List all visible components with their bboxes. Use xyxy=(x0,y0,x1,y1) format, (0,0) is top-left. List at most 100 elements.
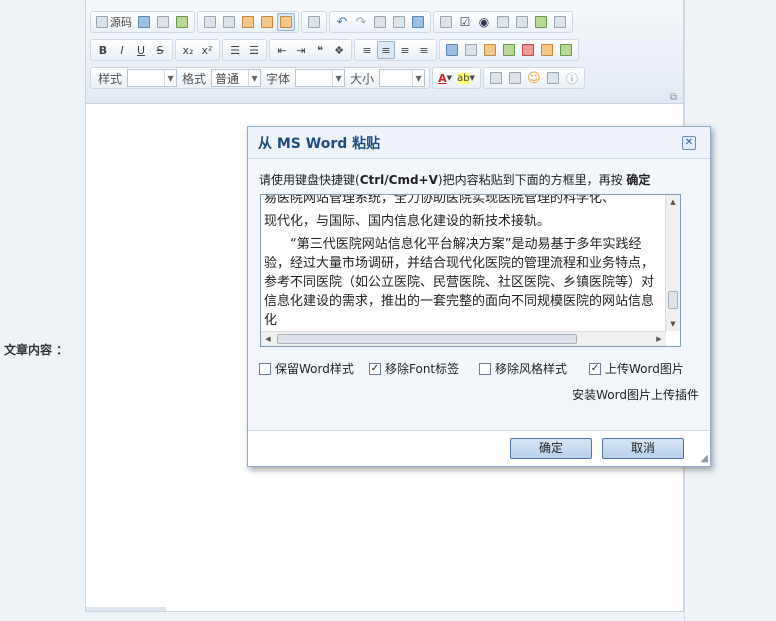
vertical-scrollbar[interactable]: ▲ ▼ xyxy=(665,195,680,331)
ok-button[interactable]: 确定 xyxy=(510,438,592,459)
dialog-footer: 确定 取消 ◢ xyxy=(248,430,710,466)
install-plugin-link[interactable]: 安装Word图片上传插件 xyxy=(572,386,699,403)
numbered-list-button[interactable]: ☰ xyxy=(226,41,244,59)
font-combo[interactable]: ▼ xyxy=(295,69,346,87)
subscript-button[interactable]: x₂ xyxy=(179,41,197,59)
image-icon xyxy=(446,44,458,56)
undo-icon: ↶ xyxy=(336,14,348,30)
select-button[interactable] xyxy=(532,13,550,31)
anchor-button[interactable] xyxy=(481,41,499,59)
preview-button[interactable] xyxy=(135,13,153,31)
scroll-right-icon[interactable]: ▶ xyxy=(652,332,666,346)
option-remove-font-tags[interactable]: ✓ 移除Font标签 xyxy=(369,360,459,377)
cut-button[interactable] xyxy=(201,13,219,31)
style-combo[interactable]: ▼ xyxy=(127,69,178,87)
toolbar-group-styles: 样式 ▼ 格式 普通 ▼ 字体 ▼ 大小 ▼ xyxy=(90,67,431,89)
hr-button[interactable] xyxy=(506,69,524,87)
scroll-down-icon[interactable]: ▼ xyxy=(666,317,680,331)
toolbar-group-colors: A ▼ ab ▼ xyxy=(432,67,481,89)
media-button[interactable] xyxy=(500,41,518,59)
vertical-scroll-thumb[interactable] xyxy=(668,291,678,309)
format-label: 格式 xyxy=(182,71,207,86)
underline-button[interactable]: U xyxy=(132,41,150,59)
form-label-column: 文章内容 ： xyxy=(0,0,85,621)
print-page-button[interactable] xyxy=(305,13,323,31)
showblocks-button[interactable] xyxy=(544,69,562,87)
spellcheck-button[interactable] xyxy=(409,13,427,31)
scroll-up-icon[interactable]: ▲ xyxy=(666,195,680,209)
outdent-button[interactable]: ⇤ xyxy=(273,41,291,59)
align-center-button[interactable]: ≡ xyxy=(377,41,395,59)
italic-button[interactable]: I xyxy=(113,41,131,59)
redo-button[interactable]: ↷ xyxy=(352,13,370,31)
editor-footer xyxy=(86,607,166,611)
paste-text-button[interactable] xyxy=(258,13,276,31)
table-button[interactable] xyxy=(487,69,505,87)
blockquote-button[interactable]: ❝ xyxy=(311,41,329,59)
toolbar-group-basic-styles: B I U S xyxy=(90,39,173,61)
toolbar-collapse-icon[interactable]: ⧉ xyxy=(670,92,677,103)
resize-grip-icon[interactable]: ◢ xyxy=(700,453,708,464)
option-upload-word-images[interactable]: ✓ 上传Word图片 xyxy=(589,360,684,377)
about-button[interactable]: ⓘ xyxy=(563,69,581,87)
format-combo-value: 普通 xyxy=(215,71,240,86)
keep-word-style-checkbox[interactable] xyxy=(259,362,271,375)
bold-button[interactable]: B xyxy=(94,41,112,59)
image-button-button[interactable] xyxy=(551,13,569,31)
editor-toolbar: 源码 ↶ ↷ ☑ ◉ B I U S x₂ x² ☰ ☰ ⇤ ⇥ ❝ ❖ ≡ ≡… xyxy=(86,0,683,104)
indent-button[interactable]: ⇥ xyxy=(292,41,310,59)
paste-word-button[interactable] xyxy=(277,13,295,31)
upload-word-images-checkbox[interactable]: ✓ xyxy=(589,362,601,375)
justify-button[interactable]: ≡ xyxy=(415,41,433,59)
bulleted-list-button[interactable]: ☰ xyxy=(245,41,263,59)
toolbar-group-undo: ↶ ↷ xyxy=(329,11,431,33)
align-right-button[interactable]: ≡ xyxy=(396,41,414,59)
dialog-title[interactable]: 从 MS Word 粘贴 xyxy=(248,127,710,159)
option-remove-styles[interactable]: 移除风格样式 xyxy=(479,360,567,377)
print-button[interactable] xyxy=(154,13,172,31)
flash-button[interactable] xyxy=(462,41,480,59)
special-char-button[interactable] xyxy=(538,41,556,59)
remove-styles-checkbox[interactable] xyxy=(479,362,491,375)
undo-button[interactable]: ↶ xyxy=(333,13,351,31)
paste-button[interactable] xyxy=(239,13,257,31)
align-left-button[interactable]: ≡ xyxy=(358,41,376,59)
cancel-button[interactable]: 取消 xyxy=(602,438,684,459)
smiley-button[interactable]: ☺ xyxy=(525,69,543,87)
subscript-icon: x₂ xyxy=(182,43,194,57)
checkbox-button[interactable]: ☑ xyxy=(456,13,474,31)
scroll-left-icon[interactable]: ◀ xyxy=(261,332,275,346)
source-button[interactable]: 源码 xyxy=(94,13,134,31)
option-keep-word-style[interactable]: 保留Word样式 xyxy=(259,360,354,377)
outdent-icon: ⇤ xyxy=(277,43,287,57)
bg-color-button[interactable]: ab ▼ xyxy=(455,69,477,87)
templates-button[interactable] xyxy=(173,13,191,31)
instruction-keys: Ctrl/Cmd+V xyxy=(359,173,438,187)
page-icon xyxy=(308,16,320,28)
superscript-button[interactable]: x² xyxy=(198,41,216,59)
size-combo[interactable]: ▼ xyxy=(379,69,426,87)
remove-font-tags-checkbox[interactable]: ✓ xyxy=(369,362,381,375)
replace-button[interactable] xyxy=(390,13,408,31)
creatediv-button[interactable]: ❖ xyxy=(330,41,348,59)
form-button[interactable] xyxy=(437,13,455,31)
find-button[interactable] xyxy=(371,13,389,31)
copy-button[interactable] xyxy=(220,13,238,31)
horizontal-scroll-thumb[interactable] xyxy=(277,334,577,344)
textfield-button[interactable] xyxy=(494,13,512,31)
radio-button[interactable]: ◉ xyxy=(475,13,493,31)
flash-insert-button[interactable] xyxy=(519,41,537,59)
paste-area[interactable]: 易医院网站管理系统，全力协助医院实现医院管理的科学化、 现代化，与国际、国内信息… xyxy=(260,194,681,347)
format-combo[interactable]: 普通 ▼ xyxy=(211,69,262,87)
show-blocks-icon xyxy=(546,72,559,84)
scissors-icon xyxy=(204,16,216,28)
image-button[interactable] xyxy=(443,41,461,59)
font-color-button[interactable]: A ▼ xyxy=(436,69,454,87)
pasted-paragraph: 现代化，与国际、国内信息化建设的新技术接轨。 xyxy=(264,214,551,229)
textarea-button[interactable] xyxy=(513,13,531,31)
toolbar-group-tools: ☺ ⓘ xyxy=(482,67,585,89)
strike-button[interactable]: S xyxy=(151,41,169,59)
close-icon[interactable]: ✕ xyxy=(682,136,696,150)
horizontal-scrollbar[interactable]: ◀ ▶ xyxy=(261,331,666,346)
page-break-button[interactable] xyxy=(557,41,575,59)
